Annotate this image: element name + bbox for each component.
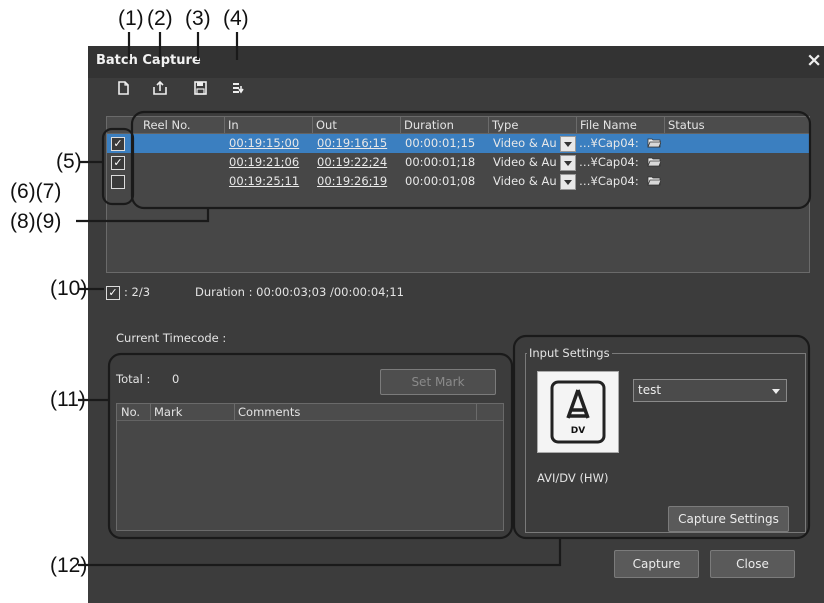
- save-icon[interactable]: [191, 79, 209, 97]
- row-checkbox[interactable]: ✓: [111, 156, 125, 170]
- total-duration: Duration : 00:00:03;03 /00:00:04;11: [195, 285, 404, 299]
- list-import-icon[interactable]: [230, 79, 248, 97]
- column-reel[interactable]: Reel No.: [143, 118, 191, 132]
- input-settings-legend: Input Settings: [527, 346, 612, 361]
- file-name-value: …¥Cap04:: [579, 136, 639, 150]
- duration-value: 00:00:01;18: [405, 155, 476, 169]
- callout-12: (12): [50, 554, 88, 577]
- in-timecode[interactable]: 00:19:25;11: [229, 174, 299, 189]
- callout-2: (2): [147, 7, 173, 30]
- out-timecode[interactable]: 00:19:22;24: [317, 155, 387, 170]
- type-dropdown-button[interactable]: [560, 155, 576, 171]
- column-no[interactable]: No.: [121, 405, 140, 419]
- folder-icon[interactable]: [647, 175, 661, 186]
- set-mark-button[interactable]: Set Mark: [380, 369, 496, 395]
- callout-11: (11): [50, 388, 86, 411]
- table-row[interactable]: ✓ 00:19:15;00 00:19:16;15 00:00:01;15 Vi…: [107, 134, 809, 153]
- current-timecode-label: Current Timecode :: [116, 331, 227, 345]
- table-row[interactable]: ✓ 00:19:21;06 00:19:22;24 00:00:01;18 Vi…: [107, 153, 809, 172]
- preset-value: test: [638, 383, 662, 397]
- device-name: AVI/DV (HW): [537, 471, 609, 485]
- batch-list-table[interactable]: Reel No. In Out Duration Type File Name …: [106, 116, 810, 273]
- table-row[interactable]: 00:19:25;11 00:19:26;19 00:00:01;08 Vide…: [107, 172, 809, 191]
- callout-3: (3): [185, 7, 211, 30]
- capture-settings-button[interactable]: Capture Settings: [668, 506, 789, 532]
- type-dropdown-button[interactable]: [560, 136, 576, 152]
- duration-value: 00:00:01;08: [405, 174, 476, 188]
- column-in[interactable]: In: [228, 118, 239, 132]
- column-file-name[interactable]: File Name: [580, 118, 637, 132]
- row-checkbox[interactable]: [111, 175, 125, 189]
- file-name-value: …¥Cap04:: [579, 155, 639, 169]
- title-bar: Batch Capture ×: [88, 46, 824, 78]
- checked-count: : 2/3: [124, 285, 151, 299]
- chevron-down-icon: [772, 389, 780, 394]
- row-checkbox[interactable]: ✓: [111, 137, 125, 151]
- close-button[interactable]: Close: [710, 550, 795, 578]
- mark-list[interactable]: No. Mark Comments: [116, 403, 504, 531]
- callout-5: (5): [56, 150, 82, 173]
- column-status[interactable]: Status: [668, 118, 705, 132]
- out-timecode[interactable]: 00:19:16;15: [317, 136, 387, 151]
- column-out[interactable]: Out: [316, 118, 337, 132]
- folder-icon[interactable]: [647, 137, 661, 148]
- window-title: Batch Capture: [96, 53, 201, 68]
- in-timecode[interactable]: 00:19:15;00: [229, 136, 299, 151]
- type-value: Video & Au: [493, 155, 557, 169]
- file-name-value: …¥Cap04:: [579, 174, 639, 188]
- type-dropdown-button[interactable]: [560, 174, 576, 190]
- column-duration[interactable]: Duration: [404, 118, 454, 132]
- total-value: 0: [172, 372, 180, 386]
- out-timecode[interactable]: 00:19:26;19: [317, 174, 387, 189]
- type-value: Video & Au: [493, 136, 557, 150]
- callout-6-7: (6)(7): [10, 180, 62, 203]
- callout-10: (10): [50, 277, 88, 300]
- type-value: Video & Au: [493, 174, 557, 188]
- export-icon[interactable]: [151, 79, 169, 97]
- select-all-checkbox[interactable]: ✓: [106, 286, 120, 300]
- close-window-button[interactable]: ×: [806, 49, 822, 71]
- duration-value: 00:00:01;15: [405, 136, 476, 150]
- preset-dropdown[interactable]: test: [633, 379, 787, 402]
- column-comments[interactable]: Comments: [238, 405, 300, 419]
- column-mark[interactable]: Mark: [154, 405, 182, 419]
- table-header: Reel No. In Out Duration Type File Name …: [107, 117, 809, 134]
- mark-list-header: No. Mark Comments: [117, 404, 503, 421]
- batch-capture-dialog: Batch Capture × Reel No. In Out Duration…: [88, 46, 824, 603]
- callout-8-9: (8)(9): [10, 210, 62, 233]
- folder-icon[interactable]: [647, 156, 661, 167]
- callout-1: (1): [118, 7, 144, 30]
- total-label: Total :: [116, 372, 151, 386]
- callout-4: (4): [223, 7, 249, 30]
- new-document-icon[interactable]: [114, 79, 132, 97]
- dv-icon-label: DV: [570, 426, 586, 436]
- in-timecode[interactable]: 00:19:21;06: [229, 155, 299, 170]
- dv-device-icon: DV: [537, 371, 619, 453]
- capture-button[interactable]: Capture: [614, 550, 699, 578]
- column-type[interactable]: Type: [492, 118, 518, 132]
